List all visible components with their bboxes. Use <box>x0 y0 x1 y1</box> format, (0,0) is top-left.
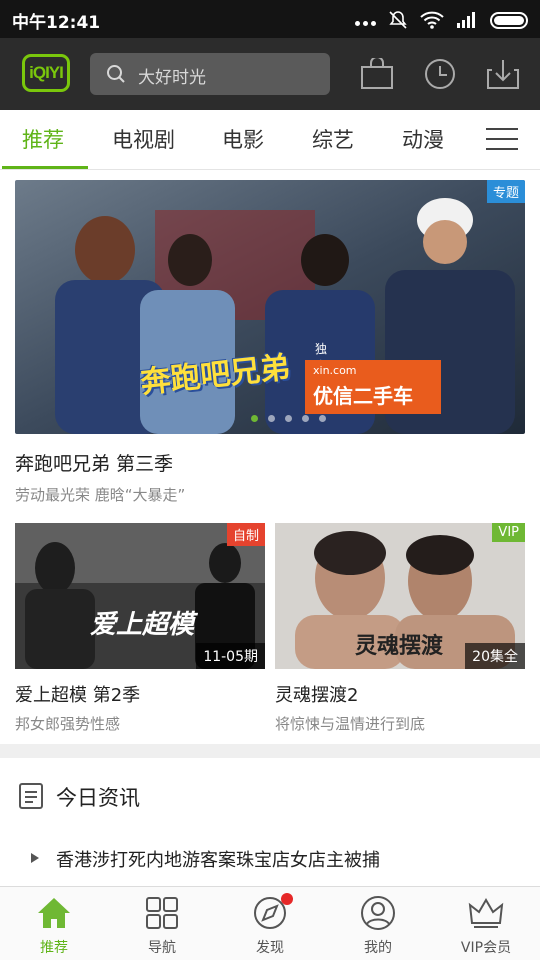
more-dots-icon <box>355 20 376 26</box>
grid-icon <box>146 897 178 929</box>
section-divider <box>0 744 540 758</box>
nav-item-discover[interactable]: 发现 <box>216 887 324 960</box>
nav-label: 我的 <box>364 940 392 956</box>
home-icon <box>38 898 70 928</box>
menu-icon[interactable] <box>486 127 518 151</box>
nav-label: 推荐 <box>40 940 68 956</box>
tab-recommend[interactable]: 推荐 <box>22 124 64 154</box>
hero-banner[interactable]: 奔跑吧兄弟 独家冠名 xin.com 优信二手车 专题 <box>15 180 525 434</box>
sponsor-box: xin.com 优信二手车 <box>305 360 441 414</box>
tab-anime[interactable]: 动漫 <box>402 124 444 154</box>
news-section-header: 今日资讯 <box>0 760 540 830</box>
video-card[interactable]: 灵魂摆渡 VIP 20集全 <box>275 523 525 669</box>
iqiyi-logo[interactable]: iQIYI <box>22 54 70 92</box>
episode-label: 20集全 <box>465 643 525 669</box>
bell-muted-icon <box>389 11 407 29</box>
bullet-triangle-icon <box>31 853 39 863</box>
hero-title[interactable]: 奔跑吧兄弟 第三季 <box>15 449 173 476</box>
sponsor-url: xin.com <box>313 364 357 377</box>
topic-badge: 专题 <box>486 180 525 203</box>
download-icon[interactable] <box>486 58 520 90</box>
search-input[interactable]: 大好时光 <box>90 53 330 95</box>
vip-badge: VIP <box>492 523 525 542</box>
tab-movies[interactable]: 电影 <box>222 124 264 154</box>
news-list-icon <box>19 783 43 809</box>
app-header: iQIYI 大好时光 <box>0 38 540 110</box>
active-tab-indicator <box>2 166 88 169</box>
user-icon <box>361 896 395 930</box>
notification-dot <box>281 893 293 905</box>
pager-dot[interactable] <box>251 415 258 422</box>
card-title[interactable]: 爱上超模 第2季 <box>15 681 140 707</box>
history-clock-icon[interactable] <box>423 58 457 90</box>
hero-image <box>15 180 525 434</box>
pager-dot[interactable] <box>319 415 326 422</box>
nav-item-vip[interactable]: VIP会员 <box>432 887 540 960</box>
tab-tv-series[interactable]: 电视剧 <box>112 124 175 154</box>
shopping-bag-icon[interactable] <box>360 58 394 90</box>
news-headline: 香港涉打死内地游客案珠宝店女店主被捕 <box>56 850 380 871</box>
nav-item-mine[interactable]: 我的 <box>324 887 432 960</box>
nav-item-recommend[interactable]: 推荐 <box>0 887 108 960</box>
pager-dot[interactable] <box>302 415 309 422</box>
pager-dot[interactable] <box>268 415 275 422</box>
status-time: 中午12:41 <box>12 13 101 33</box>
category-tabs: 推荐 电视剧 电影 综艺 动漫 <box>0 110 540 170</box>
bottom-nav: 推荐 导航 发现 我的 VIP会员 <box>0 886 540 960</box>
sponsor-name: 优信二手车 <box>313 384 413 408</box>
news-section-title: 今日资讯 <box>56 786 140 810</box>
svg-text:爱上超模: 爱上超模 <box>90 610 199 640</box>
svg-text:灵魂摆渡: 灵魂摆渡 <box>355 633 444 659</box>
news-item[interactable]: 香港涉打死内地游客案珠宝店女店主被捕 <box>0 830 540 886</box>
original-badge: 自制 <box>226 523 265 546</box>
card-title[interactable]: 灵魂摆渡2 <box>275 681 358 707</box>
card-subtitle: 将惊悚与温情进行到底 <box>275 715 426 733</box>
crown-icon <box>468 898 504 928</box>
nav-label: 发现 <box>256 940 284 956</box>
status-bar: 中午12:41 <box>0 0 540 38</box>
card-subtitle: 邦女郎强势性感 <box>15 715 121 733</box>
episode-label: 11-05期 <box>196 643 265 669</box>
search-icon <box>107 65 125 83</box>
carousel-pager <box>251 415 326 422</box>
signal-icon <box>457 12 475 28</box>
wifi-icon <box>420 11 444 29</box>
battery-icon <box>490 11 528 29</box>
status-icons <box>355 10 528 30</box>
video-card[interactable]: 爱上超模 自制 11-05期 <box>15 523 265 669</box>
nav-label: VIP会员 <box>460 940 512 956</box>
hero-subtitle: 劳动最光荣 鹿晗“大暴走” <box>15 486 186 504</box>
nav-label: 导航 <box>148 940 176 956</box>
search-placeholder: 大好时光 <box>138 68 206 88</box>
pager-dot[interactable] <box>285 415 292 422</box>
nav-item-navigation[interactable]: 导航 <box>108 887 216 960</box>
tab-variety[interactable]: 综艺 <box>312 124 354 154</box>
